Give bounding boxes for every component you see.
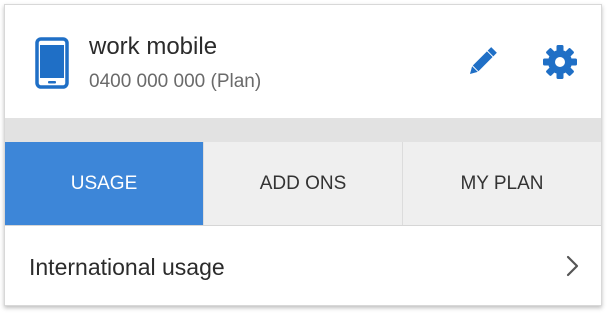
tab-add-ons[interactable]: ADD ONS [203,142,402,225]
phone-icon [35,37,69,89]
service-name: work mobile [89,33,218,60]
settings-button[interactable] [541,43,579,81]
list-item-label: International usage [29,254,225,280]
service-header: work mobile 0400 000 000 (Plan) [5,5,601,118]
tab-my-plan[interactable]: MY PLAN [402,142,601,225]
gear-icon [541,45,579,85]
section-divider [5,118,601,142]
list-item-international-usage[interactable]: International usage [5,226,601,305]
service-number: 0400 000 000 (Plan) [89,71,262,92]
tab-bar: USAGE ADD ONS MY PLAN [5,142,601,226]
edit-button[interactable] [463,43,501,81]
service-card: work mobile 0400 000 000 (Plan) USAGE AD… [4,4,602,306]
pencil-icon [463,47,501,85]
chevron-right-icon [565,254,581,278]
tab-usage[interactable]: USAGE [5,142,203,225]
